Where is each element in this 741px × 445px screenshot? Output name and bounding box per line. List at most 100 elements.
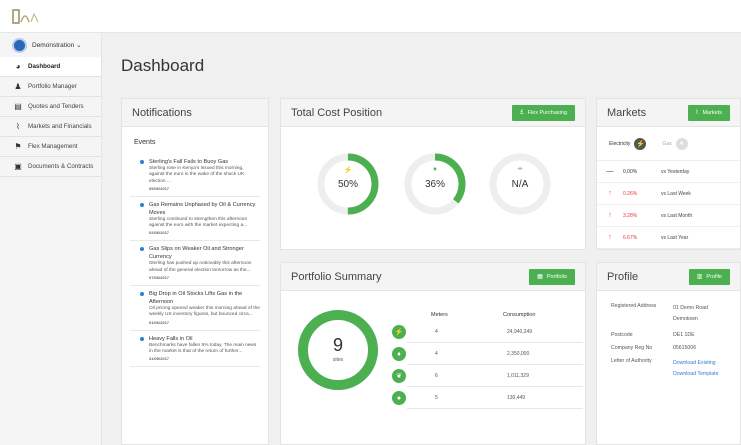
postcode-label: Postcode <box>611 332 633 338</box>
electricity-cost-ring: ⚡ 50% <box>317 153 379 215</box>
sidebar-item-portfolio-manager[interactable]: ♟ Portfolio Manager <box>0 77 101 97</box>
profile-title: Profile <box>607 270 639 283</box>
flame-icon[interactable]: ♦ <box>675 137 688 150</box>
table-row: 6 1,011,329 <box>407 365 583 387</box>
postcode-value: DE1 1DE <box>673 332 695 338</box>
lightning-icon: ⚡ <box>343 167 353 174</box>
market-row: ↑ 6.67% vs Last Year <box>597 227 740 249</box>
company-logo[interactable] <box>12 8 42 26</box>
page-title: Dashboard <box>121 56 205 75</box>
event-title: Gas Remains Unphased by Oil & Currency M… <box>149 201 256 216</box>
dash-icon: — <box>606 168 614 175</box>
portfolio-summary-panel: Portfolio Summary ▦ Portfolio 9 sites Met… <box>280 262 586 445</box>
sidebar-item-label: Markets and Financials <box>28 123 92 130</box>
market-compare: vs Last Year <box>661 234 689 241</box>
profile-button-label: Profile <box>706 273 722 280</box>
water-cost-ring: ☂ N/A <box>489 153 551 215</box>
sidebar-item-dashboard[interactable]: ◕ Dashboard <box>0 57 101 77</box>
portfolio-button[interactable]: ▦ Portfolio <box>529 268 575 285</box>
event-item[interactable]: Heavy Falls in Oil Benchmarks have falle… <box>130 331 260 368</box>
dashboard-icon: ◕ <box>15 62 21 71</box>
consumption-value: 1,011,329 <box>507 373 529 379</box>
lightning-icon: ⚡ <box>392 325 406 339</box>
flex-purchasing-button[interactable]: £ Flex Purchasing <box>512 104 575 121</box>
flame-icon: ♦ <box>392 347 406 361</box>
event-body: Sterling rose in Kenya's Issued this mor… <box>149 166 245 184</box>
document-icon: ▤ <box>14 102 22 111</box>
sidebar-item-label: Quotes and Tenders <box>28 103 84 110</box>
table-row: 4 24,940,349 <box>407 321 583 343</box>
water-icon: ● <box>392 391 406 405</box>
event-date: 07/06/2017 <box>149 275 170 281</box>
sites-ring: 9 sites <box>297 309 379 391</box>
event-item[interactable]: Sterling's Fall Fails to Buoy Gas Sterli… <box>130 154 260 197</box>
market-row: ↑ 3.28% vs Last Month <box>597 205 740 227</box>
profile-details: Registered Address 01 Demo Road Demotown … <box>597 291 740 380</box>
profile-row-company: Company Reg No 05615006 <box>611 345 740 351</box>
address-label: Registered Address <box>611 303 657 309</box>
profile-row-loa: Letter of Authority Download Existing Dow… <box>611 358 740 380</box>
consumption-value: 2,350,000 <box>507 351 530 357</box>
sidebar-item-label: Flex Management <box>28 143 78 150</box>
sidebar-item-documents[interactable]: ▣ Documents & Contracts <box>0 157 101 177</box>
profile-row-address: Registered Address 01 Demo Road Demotown <box>611 303 740 325</box>
event-title: Big Drop in Oil Stocks Lifts Gas in the … <box>149 291 243 306</box>
top-bar <box>0 0 741 33</box>
main-content: Dashboard Notifications Events Sterling'… <box>103 34 741 445</box>
sites-label: sites <box>332 357 344 363</box>
event-body: Sterling continued to strengthen this af… <box>149 216 248 229</box>
consumption-value: 130,449 <box>507 395 526 401</box>
sidebar-item-markets[interactable]: ⌇ Markets and Financials <box>0 117 101 137</box>
notifications-title: Notifications <box>132 106 192 119</box>
leaf-icon: ❦ <box>392 369 406 383</box>
portfolio-button-label: Portfolio <box>546 273 567 280</box>
total-cost-panel: Total Cost Position £ Flex Purchasing ⚡ 5… <box>280 98 586 250</box>
folder-icon: ▣ <box>14 162 22 171</box>
markets-button[interactable]: ⌇ Markets <box>687 104 730 121</box>
arrow-up-icon: ↑ <box>608 234 612 241</box>
sidebar-item-label: Dashboard <box>28 63 61 70</box>
sidebar-item-quotes[interactable]: ▤ Quotes and Tenders <box>0 97 101 117</box>
event-title: Heavy Falls in Oil <box>149 335 193 342</box>
user-menu[interactable]: Demonstration ⌄ <box>0 33 101 57</box>
event-item[interactable]: Gas Slips on Weaker Oil and Stronger Cur… <box>130 241 260 287</box>
address-line2: Demotown <box>673 316 698 322</box>
loa-label: Letter of Authority <box>611 358 652 364</box>
avatar <box>12 37 27 53</box>
address-line1: 01 Demo Road <box>673 305 708 311</box>
markets-button-label: Markets <box>702 109 722 116</box>
event-body: Oil pricing opened weaker this morning a… <box>149 306 260 318</box>
market-compare: vs Yesterday <box>661 168 690 175</box>
profile-panel: Profile ▥ Profile Registered Address 01 D… <box>596 262 741 445</box>
meters-value: 6 <box>435 373 438 379</box>
event-item[interactable]: Big Drop in Oil Stocks Lifts Gas in the … <box>130 286 260 331</box>
line-chart-icon: ⌇ <box>695 110 699 116</box>
flex-purchasing-label: Flex Purchasing <box>527 109 567 116</box>
lightning-icon[interactable]: ⚡ <box>634 137 647 150</box>
line-chart-icon: ⌇ <box>16 122 20 131</box>
meters-value: 4 <box>435 329 438 335</box>
sites-count: 9 <box>332 335 343 355</box>
event-title: Sterling's Fall Fails to Buoy Gas <box>149 159 229 165</box>
download-template-link[interactable]: Download Template <box>673 371 718 377</box>
event-date: 05/06/2017 <box>149 185 170 191</box>
water-icon: ☂ <box>516 167 524 174</box>
sidebar-item-label: Documents & Contracts <box>28 163 94 170</box>
tab-gas[interactable]: Gas <box>662 141 671 147</box>
event-item[interactable]: Gas Remains Unphased by Oil & Currency M… <box>130 197 260 242</box>
pound-icon: £ <box>520 109 524 116</box>
profile-button[interactable]: ▥ Profile <box>688 268 730 285</box>
gas-cost-ring: ♦ 36% <box>404 153 466 215</box>
table-row: 4 2,350,000 <box>407 343 583 365</box>
download-existing-link[interactable]: Download Existing <box>673 360 716 366</box>
tab-electricity[interactable]: Electricity <box>609 141 630 147</box>
meters-value: 5 <box>435 395 438 401</box>
market-value: 0.00% <box>623 168 638 175</box>
profile-row-postcode: Postcode DE1 1DE <box>611 332 740 338</box>
event-date: 31/05/2017 <box>149 356 170 362</box>
bank-icon: ▥ <box>696 274 703 280</box>
event-body: Sterling has pushed up noticeably this a… <box>149 261 252 273</box>
markets-title: Markets <box>607 106 647 119</box>
sidebar-item-flex[interactable]: ⚑ Flex Management <box>0 137 101 157</box>
event-date: 01/06/2017 <box>149 319 170 325</box>
